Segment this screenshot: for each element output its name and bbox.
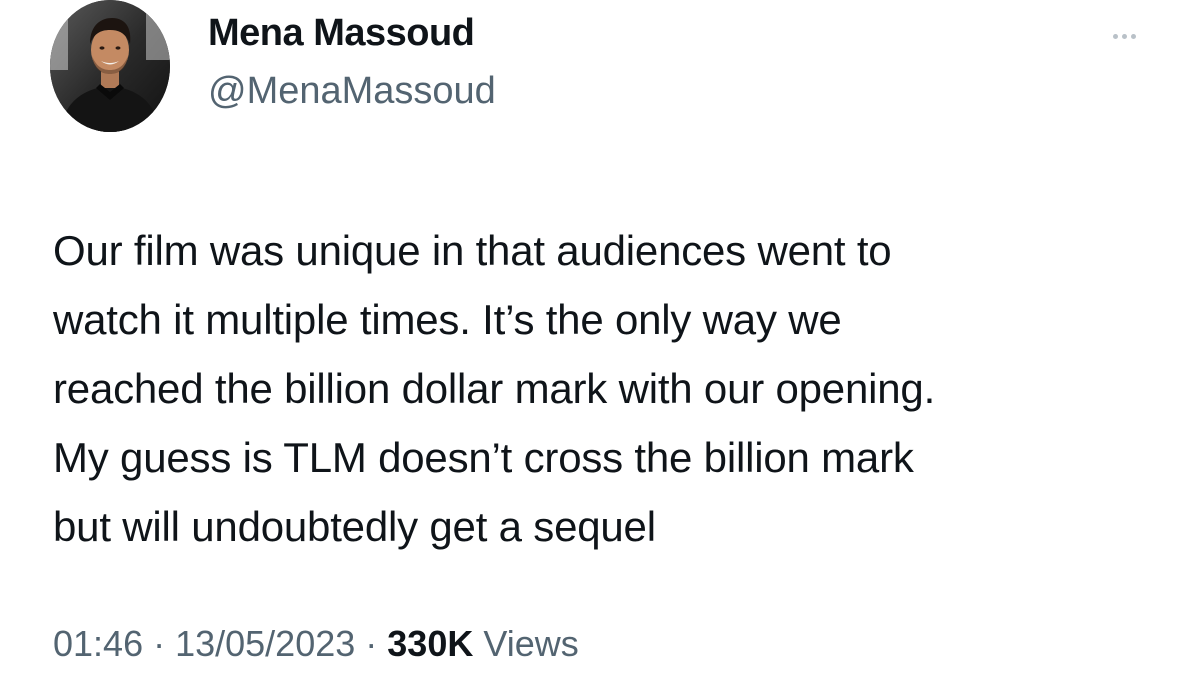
more-horizontal-icon <box>1112 33 1118 39</box>
more-horizontal-icon-dot-2 <box>1121 33 1127 39</box>
tweet-date[interactable]: 13/05/2023 <box>175 623 355 664</box>
author-avatar[interactable] <box>50 0 170 132</box>
views-count[interactable]: 330K <box>387 623 473 664</box>
views-label: Views <box>473 623 579 664</box>
tweet-card: Mena Massoud @MenaMassoud Our film was u… <box>0 0 1200 686</box>
meta-separator: · <box>355 623 388 664</box>
author-handle[interactable]: @MenaMassoud <box>208 70 496 113</box>
more-horizontal-icon-dot-3 <box>1130 33 1136 39</box>
meta-separator: · <box>143 623 176 664</box>
avatar-image <box>50 0 170 132</box>
tweet-text-line: reached the billion dollar mark with our… <box>53 365 936 412</box>
tweet-text-line: watch it multiple times. It’s the only w… <box>53 296 842 343</box>
tweet-metadata: 01:46 · 13/05/2023 · 330K Views <box>53 623 579 665</box>
author-display-name[interactable]: Mena Massoud <box>208 12 475 55</box>
tweet-text-line: My guess is TLM doesn’t cross the billio… <box>53 434 914 481</box>
more-options-button[interactable] <box>1100 22 1148 50</box>
tweet-text-line: Our film was unique in that audiences we… <box>53 227 892 274</box>
tweet-time[interactable]: 01:46 <box>53 623 143 664</box>
tweet-text: Our film was unique in that audiences we… <box>53 216 1173 561</box>
tweet-text-line: but will undoubtedly get a sequel <box>53 503 656 550</box>
